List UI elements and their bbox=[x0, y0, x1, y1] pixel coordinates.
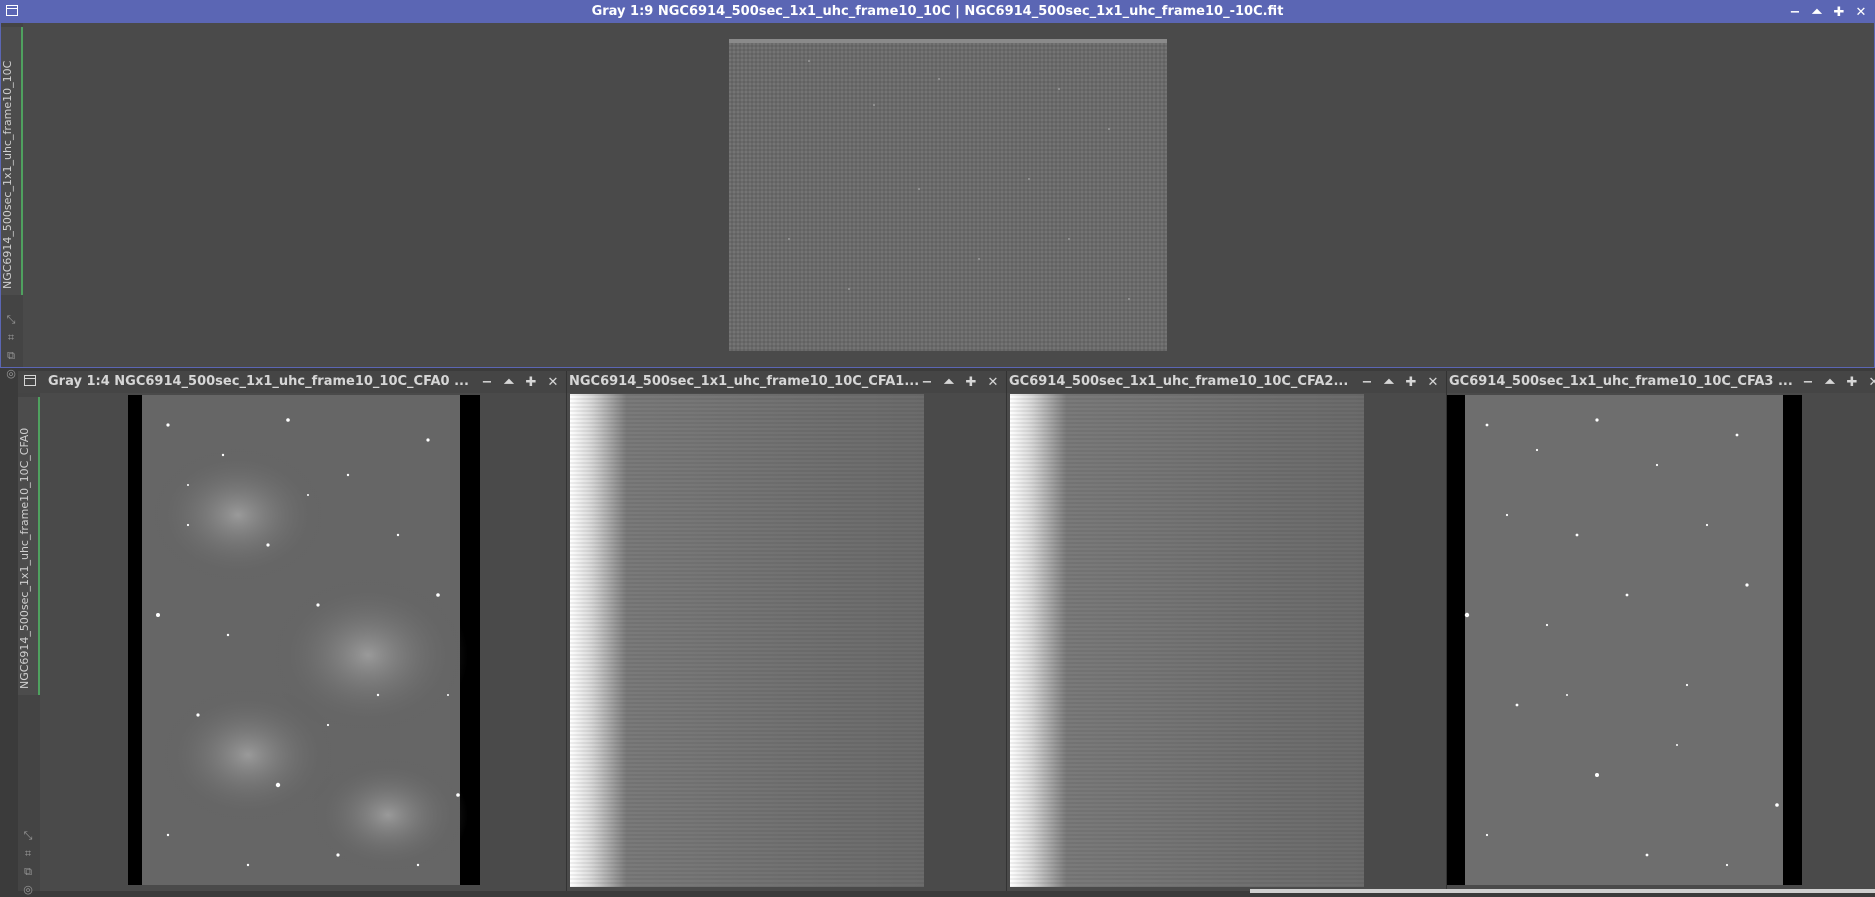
maximize-icon[interactable]: ✚ bbox=[1845, 375, 1859, 390]
image-window-cfa2[interactable]: GC6914_500sec_1x1_uhc_frame10_10C_CFA2..… bbox=[1006, 371, 1447, 891]
window-titlebar[interactable]: Gray 1:9 NGC6914_500sec_1x1_uhc_frame10_… bbox=[1, 1, 1874, 23]
window-titlebar[interactable]: NGC6914_500sec_1x1_uhc_frame10_10C_CFA1.… bbox=[567, 371, 1006, 393]
cfa3-image bbox=[1447, 395, 1802, 885]
clone-icon[interactable]: ⧉ bbox=[21, 865, 35, 879]
image-window-cfa3[interactable]: GC6914_500sec_1x1_uhc_frame10_10C_CFA3 .… bbox=[1446, 371, 1875, 891]
minimize-icon[interactable]: − bbox=[1788, 5, 1802, 20]
shade-icon[interactable]: ⏶ bbox=[1823, 375, 1837, 390]
zoom-fit-icon[interactable]: ⤡ bbox=[4, 313, 18, 327]
shade-icon[interactable]: ⏶ bbox=[942, 375, 956, 390]
view-tab[interactable]: NGC6914_500sec_1x1_uhc_frame10_10C_CFA0 bbox=[18, 397, 40, 695]
maximize-icon[interactable]: ✚ bbox=[1832, 5, 1846, 20]
maximize-icon[interactable]: ✚ bbox=[1404, 375, 1418, 390]
view-tab[interactable]: NGC6914_500sec_1x1_uhc_frame10_10C bbox=[1, 27, 23, 295]
shade-icon[interactable]: ⏶ bbox=[1382, 375, 1396, 390]
clone-icon[interactable]: ⧉ bbox=[4, 349, 18, 363]
close-icon[interactable]: ✕ bbox=[546, 375, 560, 390]
cfa1-image bbox=[570, 394, 924, 887]
image-viewport[interactable] bbox=[567, 393, 1007, 887]
zoom-fit-icon[interactable]: ⤡ bbox=[21, 829, 35, 843]
image-viewport[interactable] bbox=[23, 23, 1874, 367]
image-window-main[interactable]: Gray 1:9 NGC6914_500sec_1x1_uhc_frame10_… bbox=[0, 0, 1875, 380]
workspace-bottom-strip bbox=[1250, 889, 1875, 893]
minimize-icon[interactable]: − bbox=[1801, 375, 1815, 390]
window-titlebar[interactable]: GC6914_500sec_1x1_uhc_frame10_10C_CFA3 .… bbox=[1447, 371, 1875, 393]
image-viewport[interactable] bbox=[40, 393, 566, 887]
window-side-panel: NGC6914_500sec_1x1_uhc_frame10_10C_CFA0 … bbox=[18, 393, 40, 896]
minimize-icon[interactable]: − bbox=[920, 375, 934, 390]
image-viewport[interactable] bbox=[1007, 393, 1447, 887]
fit-window-icon[interactable]: ⌗ bbox=[4, 331, 18, 345]
target-icon[interactable]: ◎ bbox=[21, 883, 35, 897]
close-icon[interactable]: ✕ bbox=[1426, 375, 1440, 390]
starfield-image bbox=[128, 395, 480, 885]
maximize-icon[interactable]: ✚ bbox=[524, 375, 538, 390]
close-icon[interactable]: ✕ bbox=[1854, 5, 1868, 20]
window-side-panel: NGC6914_500sec_1x1_uhc_frame10_10C ⤡ ⌗ ⧉… bbox=[1, 23, 23, 380]
shade-icon[interactable]: ⏶ bbox=[502, 375, 516, 390]
window-titlebar[interactable]: GC6914_500sec_1x1_uhc_frame10_10C_CFA2..… bbox=[1007, 371, 1446, 393]
maximize-icon[interactable]: ✚ bbox=[964, 375, 978, 390]
minimize-icon[interactable]: − bbox=[480, 375, 494, 390]
image-viewport[interactable] bbox=[1447, 393, 1875, 887]
minimize-icon[interactable]: − bbox=[1360, 375, 1374, 390]
close-icon[interactable]: ✕ bbox=[986, 375, 1000, 390]
cfa-image bbox=[729, 39, 1167, 351]
shade-icon[interactable]: ⏶ bbox=[1810, 5, 1824, 20]
close-icon[interactable]: ✕ bbox=[1867, 375, 1875, 390]
window-titlebar[interactable]: Gray 1:4 NGC6914_500sec_1x1_uhc_frame10_… bbox=[18, 371, 566, 393]
target-icon[interactable]: ◎ bbox=[4, 367, 18, 381]
cfa2-image bbox=[1010, 394, 1364, 887]
window-title: Gray 1:9 NGC6914_500sec_1x1_uhc_frame10_… bbox=[591, 4, 1284, 19]
image-window-cfa1[interactable]: NGC6914_500sec_1x1_uhc_frame10_10C_CFA1.… bbox=[566, 371, 1007, 891]
image-window-cfa0[interactable]: Gray 1:4 NGC6914_500sec_1x1_uhc_frame10_… bbox=[18, 371, 566, 896]
fit-window-icon[interactable]: ⌗ bbox=[21, 847, 35, 861]
